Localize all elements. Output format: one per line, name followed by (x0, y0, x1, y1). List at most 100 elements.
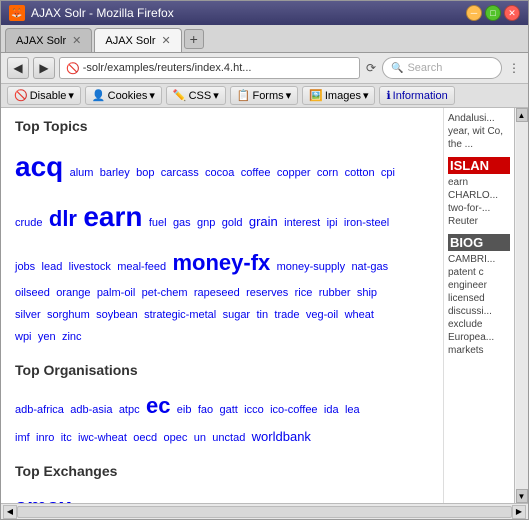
topic-cpi[interactable]: cpi (381, 167, 395, 179)
topic-grain[interactable]: grain (249, 214, 278, 229)
topic-reserves[interactable]: reserves (246, 287, 288, 299)
topic-wheat[interactable]: wheat (345, 309, 374, 321)
topic-copper[interactable]: copper (277, 167, 311, 179)
org-un[interactable]: un (194, 432, 206, 444)
scroll-down-button[interactable]: ▼ (516, 489, 528, 503)
topic-dlr[interactable]: dlr (49, 206, 77, 231)
topic-veg-oil[interactable]: veg-oil (306, 309, 338, 321)
org-itc[interactable]: itc (61, 432, 72, 444)
topic-ipi[interactable]: ipi (327, 217, 338, 229)
new-tab-button[interactable]: + (184, 29, 204, 49)
topic-palm-oil[interactable]: palm-oil (97, 287, 136, 299)
scroll-right-button[interactable]: ▶ (512, 505, 526, 519)
topic-gnp[interactable]: gnp (197, 217, 215, 229)
topic-meal-feed[interactable]: meal-feed (117, 261, 166, 273)
topic-bop[interactable]: bop (136, 167, 154, 179)
topic-money-fx[interactable]: money-fx (172, 250, 270, 275)
close-button[interactable]: ✕ (504, 5, 520, 21)
org-inro[interactable]: inro (36, 432, 54, 444)
org-gatt[interactable]: gatt (219, 404, 237, 416)
disable-button[interactable]: 🚫 Disable ▾ (7, 86, 81, 105)
scroll-left-button[interactable]: ◀ (3, 505, 17, 519)
org-atpc[interactable]: atpc (119, 404, 140, 416)
search-field[interactable]: 🔍 Search (382, 57, 502, 79)
tab-2-close[interactable]: ✕ (162, 34, 171, 47)
org-icco[interactable]: icco (244, 404, 264, 416)
topic-oilseed[interactable]: oilseed (15, 287, 50, 299)
topic-barley[interactable]: barley (100, 167, 130, 179)
topic-rubber[interactable]: rubber (319, 287, 351, 299)
org-fao[interactable]: fao (198, 404, 213, 416)
topic-earn[interactable]: earn (83, 201, 142, 232)
css-button[interactable]: ✏️ CSS ▾ (166, 86, 226, 105)
topic-alum[interactable]: alum (70, 167, 94, 179)
topic-acq[interactable]: acq (15, 151, 63, 182)
topic-jobs[interactable]: jobs (15, 261, 35, 273)
topic-zinc[interactable]: zinc (62, 331, 82, 343)
topic-yen[interactable]: yen (38, 331, 56, 343)
tab-1-close[interactable]: ✕ (72, 34, 81, 47)
tab-1[interactable]: AJAX Solr ✕ (5, 28, 92, 52)
org-lea[interactable]: lea (345, 404, 360, 416)
minimize-button[interactable]: ─ (466, 5, 482, 21)
topic-gas[interactable]: gas (173, 217, 191, 229)
topic-gold[interactable]: gold (222, 217, 243, 229)
org-ida[interactable]: ida (324, 404, 339, 416)
topic-livestock[interactable]: livestock (69, 261, 111, 273)
org-ec[interactable]: ec (146, 393, 170, 418)
horizontal-scrollbar[interactable] (17, 506, 512, 518)
topic-strategic-metal[interactable]: strategic-metal (144, 309, 216, 321)
cookies-button[interactable]: 👤 Cookies ▾ (85, 86, 162, 105)
topic-tin[interactable]: tin (256, 309, 268, 321)
forms-button[interactable]: 📋 Forms ▾ (230, 86, 298, 105)
org-eib[interactable]: eib (177, 404, 192, 416)
topic-crude[interactable]: crude (15, 217, 43, 229)
disable-icon: 🚫 (14, 89, 28, 102)
forward-button[interactable]: ▶ (33, 57, 55, 79)
vertical-scrollbar[interactable]: ▲ ▼ (514, 108, 528, 503)
org-iwc-wheat[interactable]: iwc-wheat (78, 432, 127, 444)
information-button[interactable]: ℹ Information (379, 86, 454, 105)
topic-nat-gas[interactable]: nat-gas (351, 261, 388, 273)
maximize-button[interactable]: □ (485, 5, 501, 21)
topic-soybean[interactable]: soybean (96, 309, 138, 321)
url-field[interactable]: 🚫 -solr/examples/reuters/index.4.ht... (59, 57, 360, 79)
topic-interest[interactable]: interest (284, 217, 320, 229)
topic-iron-steel[interactable]: iron-steel (344, 217, 389, 229)
org-worldbank[interactable]: worldbank (252, 429, 311, 444)
images-label: Images (325, 90, 361, 102)
reload-button[interactable]: ⟳ (364, 59, 378, 77)
exchange-amex[interactable]: amex (15, 494, 71, 503)
topic-cotton[interactable]: cotton (345, 167, 375, 179)
org-unctad[interactable]: unctad (212, 432, 245, 444)
tab-2[interactable]: AJAX Solr ✕ (94, 28, 181, 52)
topic-sugar[interactable]: sugar (223, 309, 251, 321)
topic-ship[interactable]: ship (357, 287, 377, 299)
topic-wpi[interactable]: wpi (15, 331, 32, 343)
org-adb-asia[interactable]: adb-asia (70, 404, 112, 416)
topic-trade[interactable]: trade (274, 309, 299, 321)
topic-corn[interactable]: corn (317, 167, 338, 179)
topic-orange[interactable]: orange (56, 287, 90, 299)
topic-carcass[interactable]: carcass (161, 167, 199, 179)
org-ico-coffee[interactable]: ico-coffee (270, 404, 318, 416)
topic-silver[interactable]: silver (15, 309, 41, 321)
disable-label: Disable (30, 90, 67, 102)
back-button[interactable]: ◀ (7, 57, 29, 79)
org-adb-africa[interactable]: adb-africa (15, 404, 64, 416)
org-opec[interactable]: opec (164, 432, 188, 444)
org-imf[interactable]: imf (15, 432, 30, 444)
topic-lead[interactable]: lead (42, 261, 63, 273)
images-button[interactable]: 🖼️ Images ▾ (302, 86, 375, 105)
org-oecd[interactable]: oecd (133, 432, 157, 444)
topic-sorghum[interactable]: sorghum (47, 309, 90, 321)
topic-pet-chem[interactable]: pet-chem (142, 287, 188, 299)
topic-cocoa[interactable]: cocoa (205, 167, 234, 179)
topic-money-supply[interactable]: money-supply (277, 261, 345, 273)
topic-coffee[interactable]: coffee (241, 167, 271, 179)
topic-rapeseed[interactable]: rapeseed (194, 287, 240, 299)
scroll-up-button[interactable]: ▲ (516, 108, 528, 122)
topic-fuel[interactable]: fuel (149, 217, 167, 229)
more-button[interactable]: ⋮ (506, 59, 522, 77)
topic-rice[interactable]: rice (295, 287, 313, 299)
